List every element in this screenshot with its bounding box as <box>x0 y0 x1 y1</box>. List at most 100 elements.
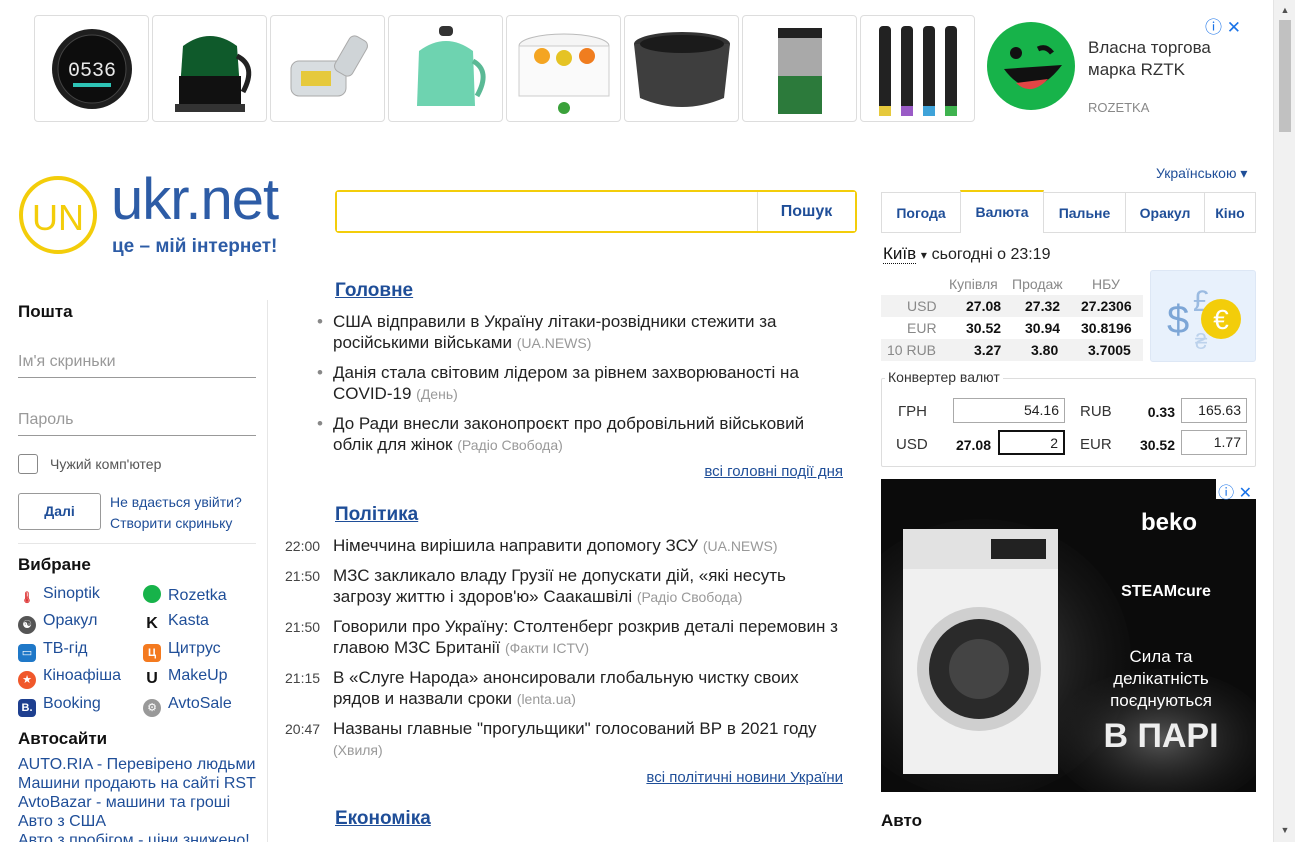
tab-currency[interactable]: Валюта <box>960 190 1044 233</box>
section-main-title[interactable]: Головне <box>335 280 413 302</box>
tab-fuel[interactable]: Пальне <box>1043 192 1126 233</box>
news-item[interactable]: 20:47 Названы главные "прогульщики" голос… <box>285 718 843 761</box>
fav-rozetka[interactable]: Rozetka <box>143 585 227 605</box>
side-ad-banner[interactable]: beko STEAMcure Сила та делікатність поєд… <box>881 479 1256 792</box>
ad-close-icon[interactable]: ⓘ ✕ <box>1205 13 1241 38</box>
fav-tv-guide-link[interactable]: ТВ-гід <box>43 640 88 657</box>
fav-makeup[interactable]: U MakeUp <box>143 667 228 688</box>
tv-icon: ▭ <box>18 644 36 662</box>
fav-booking[interactable]: B. Booking <box>18 695 101 717</box>
fav-avtosale-link[interactable]: AvtoSale <box>168 695 232 712</box>
news-source: (Радіо Свобода) <box>636 589 743 605</box>
news-item[interactable]: • Данія стала світовим лідером за рівнем … <box>317 362 843 405</box>
converter-rub-input[interactable]: 165.63 <box>1181 398 1247 423</box>
news-item[interactable]: • США відправили в Україну літаки-розвідн… <box>317 311 843 354</box>
ad-product-vacuum-nozzle[interactable] <box>270 15 385 122</box>
news-item[interactable]: 21:15 В «Слуге Народа» анонсировали глоба… <box>285 667 843 710</box>
fav-makeup-link[interactable]: MakeUp <box>168 667 228 684</box>
rates-header-sell: Продаж <box>1012 276 1063 292</box>
fav-tv-guide[interactable]: ▭ ТВ-гід <box>18 640 88 662</box>
news-item[interactable]: 21:50 МЗС закликало владу Грузії не допус… <box>285 565 843 608</box>
fav-orakul[interactable]: ☯ Оракул <box>18 612 97 634</box>
cant-login-link[interactable]: Не вдається увійти? <box>110 494 242 510</box>
news-item[interactable]: 21:50 Говорили про Україну: Столтенберг р… <box>285 616 843 659</box>
fav-kasta-link[interactable]: Kasta <box>168 612 209 629</box>
converter-currency: EUR <box>1080 436 1112 453</box>
rate-sell: 30.94 <box>1025 320 1061 336</box>
converter-currency: RUB <box>1080 403 1112 420</box>
ad-product-kettle-mint[interactable] <box>388 15 503 122</box>
tab-weather[interactable]: Погода <box>881 192 961 233</box>
city-selector[interactable]: Київ <box>883 244 917 264</box>
login-next-button[interactable]: Далі <box>18 493 101 530</box>
top-ad-banner[interactable]: 0536 Власна торгова марка RZTK ROZETKA ⓘ… <box>34 15 1249 123</box>
tab-cinema[interactable]: Кіно <box>1204 192 1256 233</box>
news-source: (lenta.ua) <box>516 691 576 707</box>
mail-username-field[interactable]: Ім'я скриньки <box>18 348 256 378</box>
ad-product-co2-monitor[interactable]: 0536 <box>34 15 149 122</box>
section-politics-title[interactable]: Політика <box>335 504 418 526</box>
create-mailbox-link[interactable]: Створити скриньку <box>110 515 232 531</box>
tab-orakul[interactable]: Оракул <box>1125 192 1205 233</box>
ad-brand-block[interactable]: Власна торгова марка RZTK ROZETKA ⓘ ✕ <box>984 15 1249 122</box>
thermometer-icon: 🌡 <box>18 589 36 607</box>
svg-text:€: € <box>1213 304 1229 335</box>
fav-kinoafisha[interactable]: ★ Кіноафіша <box>18 667 121 689</box>
foreign-computer-checkbox[interactable] <box>18 454 38 474</box>
news-item[interactable]: • До Ради внесли законопроєкт про доброві… <box>317 413 843 456</box>
language-selector[interactable]: Українською ▾ <box>1156 165 1247 182</box>
bullet: • <box>317 414 323 433</box>
news-text[interactable]: Німеччина вирішила направити допомогу ЗС… <box>333 536 698 555</box>
rate-sell: 27.32 <box>1025 298 1061 314</box>
fav-kinoafisha-link[interactable]: Кіноафіша <box>43 667 121 684</box>
search-button[interactable]: Пошук <box>757 192 855 231</box>
fav-rozetka-link[interactable]: Rozetka <box>168 587 227 604</box>
search-input[interactable] <box>337 192 757 231</box>
converter-usd-input[interactable]: 2 <box>998 430 1065 455</box>
fav-sinoptik-link[interactable]: Sinoptik <box>43 585 100 602</box>
bullet: • <box>317 363 323 382</box>
fav-booking-link[interactable]: Booking <box>43 695 101 712</box>
svg-text:$: $ <box>1167 298 1189 342</box>
news-text[interactable]: Данія стала світовим лідером за рівнем з… <box>333 363 799 403</box>
fav-orakul-link[interactable]: Оракул <box>43 612 97 629</box>
rozetka-smile-logo-icon <box>987 22 1075 110</box>
news-source: (День) <box>416 386 458 402</box>
ad-product-coffee-grinder[interactable] <box>742 15 857 122</box>
rozetka-icon <box>143 585 161 603</box>
politics-more-link[interactable]: всі політичні новини України <box>646 769 843 786</box>
news-text[interactable]: До Ради внесли законопроєкт про добровіл… <box>333 414 804 454</box>
ad-product-multicooker-bowl[interactable] <box>624 15 739 122</box>
auto-link[interactable]: Авто з США <box>18 813 106 831</box>
converter-uah-input[interactable]: 54.16 <box>953 398 1065 423</box>
news-text[interactable]: Названы главные "прогульщики" голосовани… <box>333 719 816 738</box>
fav-citrus[interactable]: Ц Цитрус <box>143 640 221 662</box>
section-economy-title[interactable]: Економіка <box>335 808 431 830</box>
fav-sinoptik[interactable]: 🌡 Sinoptik <box>18 585 100 607</box>
news-item[interactable]: 22:00 Німеччина вирішила направити допомо… <box>285 535 843 557</box>
scroll-down-arrow-icon[interactable]: ▼ <box>1274 822 1295 838</box>
ad-close-icon[interactable]: ⓘ ✕ <box>1216 479 1256 502</box>
ad-product-kettle-green[interactable] <box>152 15 267 122</box>
fav-kasta[interactable]: K Kasta <box>143 612 209 633</box>
auto-link[interactable]: AvtoBazar - машини та гроші <box>18 794 230 812</box>
auto-link[interactable]: Машини продають на сайті RST <box>18 775 256 793</box>
currency-symbols-icon: $ £ € ₴ <box>1150 270 1256 362</box>
scrollbar-thumb[interactable] <box>1279 20 1291 132</box>
converter-eur-input[interactable]: 1.77 <box>1181 430 1247 455</box>
city-dropdown-icon[interactable]: ▾ <box>921 248 927 262</box>
yin-yang-icon: ☯ <box>18 616 36 634</box>
fav-citrus-link[interactable]: Цитрус <box>168 640 221 657</box>
site-logo[interactable]: UN ukr.net це – мій інтернет! <box>17 167 317 262</box>
rates-header-buy: Купівля <box>949 276 998 292</box>
scroll-up-arrow-icon[interactable]: ▲ <box>1274 2 1295 18</box>
mail-password-field[interactable]: Пароль <box>18 406 256 436</box>
ad-product-food-dehydrator[interactable] <box>506 15 621 122</box>
fav-avtosale[interactable]: ⚙ AvtoSale <box>143 695 232 717</box>
ad-product-toothbrush-heads[interactable] <box>860 15 975 122</box>
page-scrollbar[interactable]: ▲ ▼ <box>1273 0 1295 842</box>
left-column-divider <box>267 300 268 842</box>
main-news-more-link[interactable]: всі головні події дня <box>704 463 843 480</box>
auto-link[interactable]: Авто з пробігом - ціни знижено! <box>18 832 250 842</box>
auto-link[interactable]: AUTO.RIA - Перевірено людьми <box>18 756 255 774</box>
